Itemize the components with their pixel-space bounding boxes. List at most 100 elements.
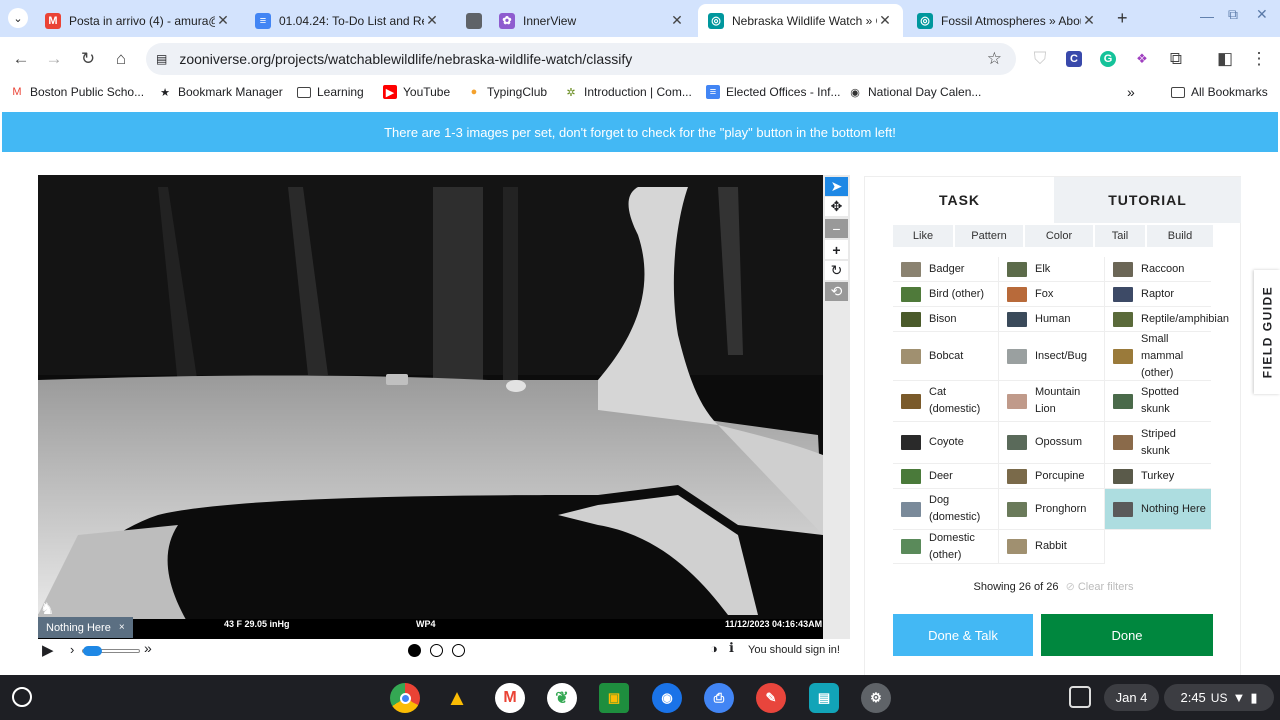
filter-like[interactable]: Like xyxy=(893,225,953,247)
fast-forward-icon[interactable]: » xyxy=(144,640,152,656)
close-tab-icon[interactable]: ✕ xyxy=(669,12,685,29)
choice-mountain-lion[interactable]: Mountain Lion xyxy=(999,381,1105,422)
choice-opossum[interactable]: Opossum xyxy=(999,422,1105,464)
bookmark-item[interactable]: ◉ National Day Calen... xyxy=(848,85,981,99)
tab-1[interactable]: M Posta in arrivo (4) - amura@ ✕ xyxy=(35,4,241,37)
chrome-icon[interactable] xyxy=(390,683,420,713)
extensions-puzzle-icon[interactable]: ⧉ xyxy=(1165,48,1187,70)
classroom-icon[interactable]: ▣ xyxy=(599,683,629,713)
clear-filters-link[interactable]: Clear filters xyxy=(1078,581,1134,593)
print-app-icon[interactable]: ⎙ xyxy=(704,683,734,713)
reset-icon[interactable]: ⟲ xyxy=(825,282,848,301)
tab-search-button[interactable]: ⌄ xyxy=(8,8,28,28)
shield-extension-icon[interactable]: ⛉ xyxy=(1029,48,1051,70)
choice-reptile-amphibian[interactable]: Reptile/amphibian xyxy=(1105,307,1229,332)
choice-bird-other-[interactable]: Bird (other) xyxy=(893,282,999,307)
extension-c-icon[interactable]: C xyxy=(1063,48,1085,70)
subject-image[interactable]: 43 F 29.05 inHg WP4 11/12/2023 04:16:43A… xyxy=(38,175,823,639)
done-and-talk-button[interactable]: Done & Talk xyxy=(893,614,1033,656)
speed-slider[interactable] xyxy=(82,646,140,656)
tab-3[interactable] xyxy=(456,4,483,37)
invert-colors-icon[interactable]: ◑ xyxy=(710,641,718,656)
bookmark-star-icon[interactable]: ☆ xyxy=(987,49,1002,69)
bookmark-item[interactable]: M Boston Public Scho... xyxy=(10,85,144,99)
reload-button[interactable]: ↻ xyxy=(77,48,99,70)
bookmark-item[interactable]: ▶ YouTube xyxy=(383,85,450,99)
choice-bison[interactable]: Bison xyxy=(893,307,999,332)
selected-annotation-chip[interactable]: Nothing Here × xyxy=(38,617,133,638)
date-pill[interactable]: Jan 4 xyxy=(1104,684,1159,711)
choice-spotted-skunk[interactable]: Spotted skunk xyxy=(1105,381,1211,422)
annotate-pointer-icon[interactable]: ➤ xyxy=(825,177,848,196)
close-tab-icon[interactable]: ✕ xyxy=(1081,12,1097,29)
frame-dot-2[interactable] xyxy=(430,644,443,657)
google-drive-icon[interactable]: ▲ xyxy=(442,683,472,713)
choice-striped-skunk[interactable]: Striped skunk xyxy=(1105,422,1211,464)
choice-raccoon[interactable]: Raccoon xyxy=(1105,257,1211,282)
choice-nothing-here[interactable]: Nothing Here xyxy=(1105,489,1211,530)
choice-cat-domestic-[interactable]: Cat (domestic) xyxy=(893,381,999,422)
filter-tail[interactable]: Tail xyxy=(1095,225,1145,247)
sign-in-prompt[interactable]: You should sign in! xyxy=(748,644,840,656)
site-info-icon[interactable]: ▤ xyxy=(156,52,167,66)
frame-dot-3[interactable] xyxy=(452,644,465,657)
clear-filters-icon[interactable]: ⊘ xyxy=(1066,581,1075,593)
camera-app-icon[interactable]: ◉ xyxy=(652,683,682,713)
bookmark-item[interactable]: ★ Bookmark Manager xyxy=(158,85,283,99)
bookmark-item[interactable]: ● TypingClub xyxy=(467,85,547,99)
choice-fox[interactable]: Fox xyxy=(999,282,1105,307)
rotate-icon[interactable]: ↻ xyxy=(825,261,848,280)
address-bar[interactable]: ▤ zooniverse.org/projects/watchablewildl… xyxy=(146,43,1016,75)
choice-pronghorn[interactable]: Pronghorn xyxy=(999,489,1105,530)
field-guide-tab[interactable]: FIELD GUIDE xyxy=(1254,270,1280,394)
lens-app-icon[interactable]: ❦ xyxy=(547,683,577,713)
choice-elk[interactable]: Elk xyxy=(999,257,1105,282)
close-window-button[interactable]: ✕ xyxy=(1256,6,1268,23)
minimize-button[interactable]: — xyxy=(1200,8,1214,24)
tab-task[interactable]: TASK xyxy=(865,177,1054,223)
new-tab-button[interactable]: + xyxy=(1117,8,1128,29)
filter-color[interactable]: Color xyxy=(1025,225,1093,247)
bookmark-item[interactable]: ≡ Elected Offices - Inf... xyxy=(706,85,841,99)
choice-porcupine[interactable]: Porcupine xyxy=(999,464,1105,489)
forward-button[interactable]: → xyxy=(43,48,65,70)
close-tab-icon[interactable]: ✕ xyxy=(877,12,893,29)
choice-domestic-other-[interactable]: Domestic (other) xyxy=(893,530,999,564)
choice-badger[interactable]: Badger xyxy=(893,257,999,282)
extension-rw-icon[interactable]: ❖ xyxy=(1131,48,1153,70)
filter-build[interactable]: Build xyxy=(1147,225,1213,247)
tab-5[interactable]: ◎ Nebraska Wildlife Watch » C ✕ xyxy=(698,4,903,37)
grammarly-icon[interactable]: G xyxy=(1097,48,1119,70)
gmail-app-icon[interactable]: M xyxy=(495,683,525,713)
tab-2[interactable]: ≡ 01.04.24: To-Do List and Rem ✕ xyxy=(245,4,450,37)
all-bookmarks-button[interactable]: All Bookmarks xyxy=(1171,85,1268,99)
choice-coyote[interactable]: Coyote xyxy=(893,422,999,464)
bookmark-item[interactable]: Learning xyxy=(297,85,364,99)
settings-app-icon[interactable]: ⚙ xyxy=(861,683,891,713)
choice-raptor[interactable]: Raptor xyxy=(1105,282,1211,307)
zoom-out-icon[interactable]: − xyxy=(825,219,848,238)
side-panel-icon[interactable]: ◧ xyxy=(1214,48,1236,70)
done-button[interactable]: Done xyxy=(1041,614,1213,656)
canvas-app-icon[interactable]: ✎ xyxy=(756,683,786,713)
menu-kebab-icon[interactable]: ⋮ xyxy=(1248,48,1270,70)
tab-4[interactable]: ✿ InnerView ✕ xyxy=(489,4,695,37)
choice-bobcat[interactable]: Bobcat xyxy=(893,332,999,381)
choice-deer[interactable]: Deer xyxy=(893,464,999,489)
cards-app-icon[interactable]: ▤ xyxy=(809,683,839,713)
status-area[interactable]: 2:45 US ▼ ▮ xyxy=(1164,684,1274,711)
choice-small-mammal-other-[interactable]: Small mammal (other) xyxy=(1105,332,1211,381)
tab-tutorial[interactable]: TUTORIAL xyxy=(1054,177,1241,223)
back-button[interactable]: ← xyxy=(10,48,32,70)
choice-insect-bug[interactable]: Insect/Bug xyxy=(999,332,1105,381)
choice-turkey[interactable]: Turkey xyxy=(1105,464,1211,489)
frame-dot-1[interactable] xyxy=(408,644,421,657)
filter-pattern[interactable]: Pattern xyxy=(955,225,1023,247)
home-button[interactable]: ⌂ xyxy=(110,48,132,70)
more-bookmarks-chevron-icon[interactable]: » xyxy=(1127,84,1135,100)
play-button[interactable]: ▶ xyxy=(42,641,54,659)
choice-rabbit[interactable]: Rabbit xyxy=(999,530,1105,564)
phone-hub-icon[interactable] xyxy=(1069,686,1091,708)
choice-human[interactable]: Human xyxy=(999,307,1105,332)
step-forward-icon[interactable]: › xyxy=(70,642,74,657)
